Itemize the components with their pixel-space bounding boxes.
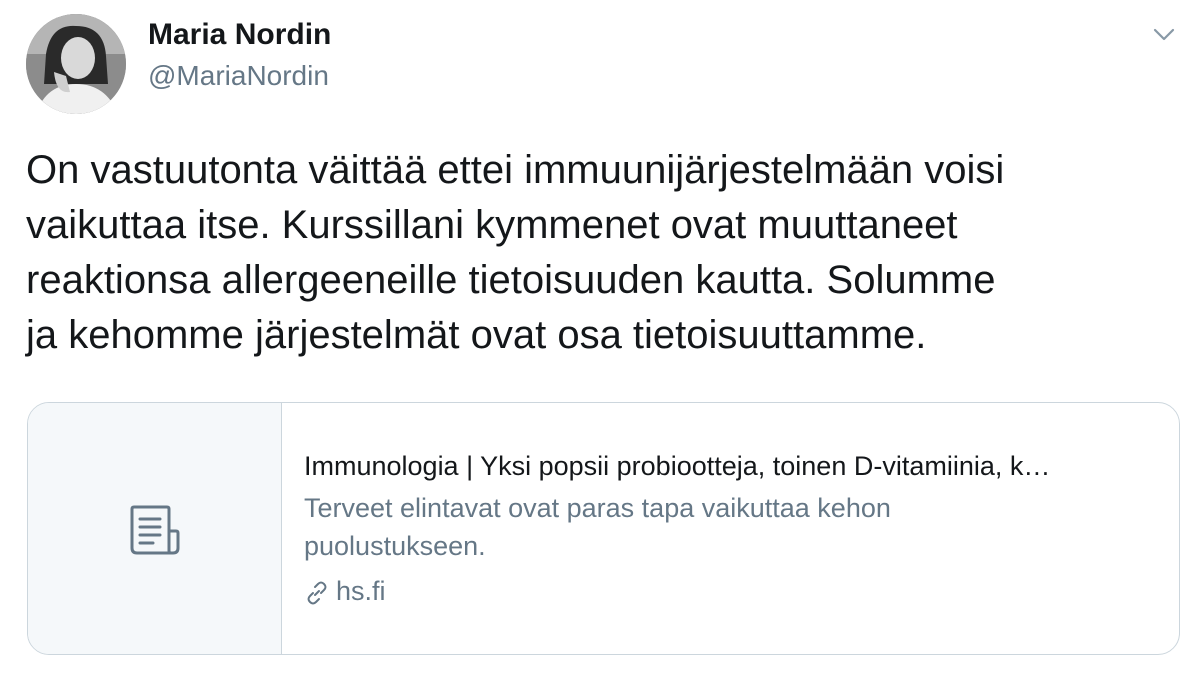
link-icon	[304, 578, 330, 605]
tweet-text-line: vaikuttaa itse. Kurssillani kymmenet ova…	[26, 203, 958, 247]
tweet: Maria Nordin @MariaNordin On vastuutonta…	[0, 0, 1199, 682]
chevron-down-icon[interactable]	[1150, 20, 1178, 48]
tweet-text: On vastuutonta väittää ettei immuunijärj…	[26, 143, 1176, 363]
avatar[interactable]	[26, 14, 126, 114]
card-description-line: Terveet elintavat ovat paras tapa vaikut…	[304, 493, 891, 523]
card-domain: hs.fi	[304, 572, 1164, 610]
link-card[interactable]: Immunologia | Yksi popsii probiootteja, …	[27, 402, 1180, 655]
user-handle[interactable]: @MariaNordin	[148, 60, 329, 92]
tweet-text-line: reaktionsa allergeeneille tietoisuuden k…	[26, 258, 996, 302]
card-body: Immunologia | Yksi popsii probiootteja, …	[304, 447, 1164, 610]
card-description: Terveet elintavat ovat paras tapa vaikut…	[304, 489, 1164, 565]
tweet-text-line: ja kehomme järjestelmät ovat osa tietois…	[26, 313, 927, 357]
card-thumbnail	[28, 403, 282, 654]
card-description-line: puolustukseen.	[304, 531, 486, 561]
user-display-name[interactable]: Maria Nordin	[148, 18, 331, 52]
document-icon	[129, 505, 181, 555]
tweet-text-line: On vastuutonta väittää ettei immuunijärj…	[26, 148, 1005, 192]
card-domain-text: hs.fi	[336, 576, 386, 606]
card-title: Immunologia | Yksi popsii probiootteja, …	[304, 451, 1051, 481]
